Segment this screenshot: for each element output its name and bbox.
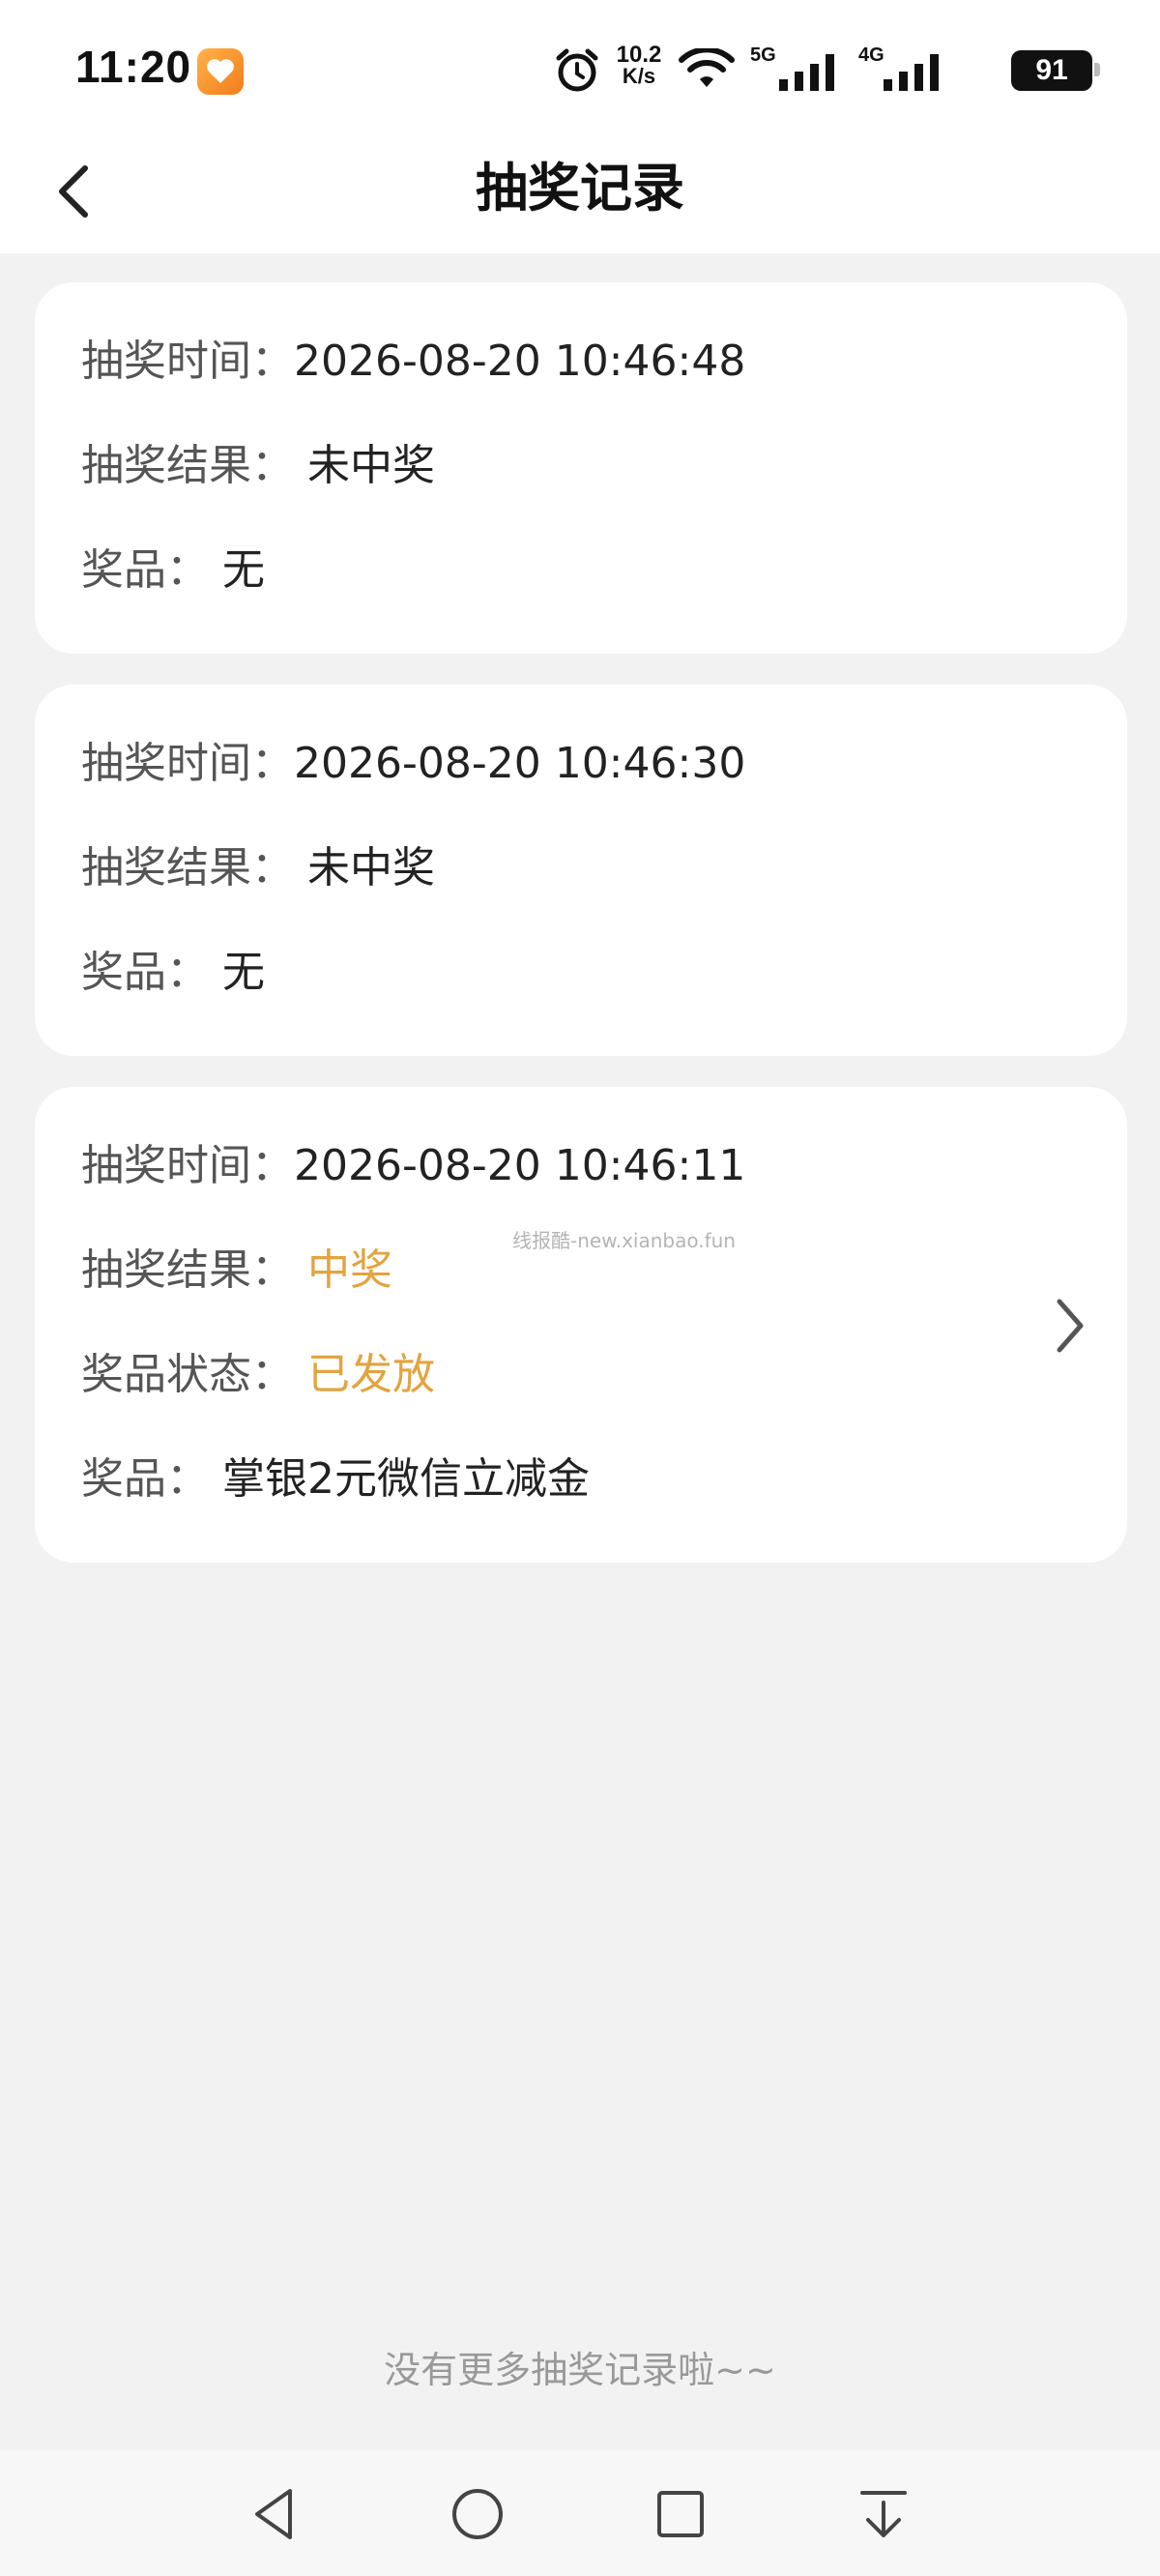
prize-value: 无 xyxy=(222,948,265,997)
prize-label: 奖品： xyxy=(81,1454,209,1504)
alarm-icon xyxy=(553,46,601,95)
battery-tip xyxy=(1094,63,1100,76)
record-result-row: 抽奖结果： 未中奖 xyxy=(81,437,435,495)
record-status-row: 奖品状态： 已发放 xyxy=(81,1346,435,1404)
nav-pulldown-icon[interactable] xyxy=(853,2483,914,2545)
record-prize-row: 奖品： 无 xyxy=(81,542,265,600)
status-bar: 11:20 10.2 K/s 5G 4G 91 xyxy=(0,0,1160,135)
prize-label: 奖品： xyxy=(81,545,209,595)
status-label: 奖品状态： xyxy=(81,1350,294,1399)
result-value: 未中奖 xyxy=(307,441,435,490)
time-label: 抽奖时间： xyxy=(81,739,294,788)
watermark: 线报酷-new.xianbao.fun xyxy=(512,1229,736,1252)
net-speed-value: 10.2 xyxy=(616,42,662,68)
record-result-row: 抽奖结果： 未中奖 xyxy=(81,839,435,897)
prize-value: 无 xyxy=(222,545,265,595)
nav-recents-icon[interactable] xyxy=(650,2483,711,2545)
signal-5g-icon: 5G xyxy=(750,43,851,97)
prize-value: 掌银2元微信立减金 xyxy=(222,1454,590,1504)
record-prize-row: 奖品： 掌银2元微信立减金 xyxy=(81,1450,590,1508)
nav-home-icon[interactable] xyxy=(447,2483,508,2545)
record-result-row: 抽奖结果： 中奖 xyxy=(81,1242,392,1300)
time-value: 2026-08-20 10:46:11 xyxy=(294,1141,746,1190)
system-nav-bar xyxy=(0,2450,1160,2576)
page: 11:20 10.2 K/s 5G 4G 91 抽奖记录 抽奖时间：2026-0… xyxy=(0,0,1160,2576)
result-value: 中奖 xyxy=(307,1245,392,1295)
page-title: 抽奖记录 xyxy=(476,158,684,219)
time-label: 抽奖时间： xyxy=(81,337,294,386)
record-card: 抽奖时间：2026-08-20 10:46:48 抽奖结果： 未中奖 奖品： 无 xyxy=(35,282,1127,654)
record-prize-row: 奖品： 无 xyxy=(81,944,265,1002)
chevron-right-icon[interactable] xyxy=(1050,1292,1088,1360)
net-speed-unit: K/s xyxy=(622,64,656,88)
winning-record-card[interactable]: 抽奖时间：2026-08-20 10:46:11 抽奖结果： 中奖 奖品状态： … xyxy=(35,1087,1127,1563)
time-value: 2026-08-20 10:46:48 xyxy=(294,337,746,386)
result-value: 未中奖 xyxy=(307,843,435,893)
result-label: 抽奖结果： xyxy=(81,441,294,490)
no-more-records-text: 没有更多抽奖记录啦~~ xyxy=(384,2349,776,2391)
wifi-icon xyxy=(679,46,735,91)
prize-label: 奖品： xyxy=(81,948,209,997)
record-card: 抽奖时间：2026-08-20 10:46:30 抽奖结果： 未中奖 奖品： 无 xyxy=(35,685,1127,1056)
signal-4g-icon: 4G xyxy=(858,43,955,97)
time-label: 抽奖时间： xyxy=(81,1141,294,1190)
battery-indicator: 91 xyxy=(1011,50,1092,91)
time-value: 2026-08-20 10:46:30 xyxy=(294,739,746,788)
status-value: 已发放 xyxy=(307,1350,435,1399)
record-time-row: 抽奖时间：2026-08-20 10:46:48 xyxy=(81,333,745,391)
status-time: 11:20 xyxy=(75,42,192,92)
app-notification-icon xyxy=(197,48,244,95)
record-time-row: 抽奖时间：2026-08-20 10:46:30 xyxy=(81,735,745,793)
nav-back-icon[interactable] xyxy=(244,2483,305,2545)
status-icons: 10.2 K/s 5G 4G 91 xyxy=(493,43,1100,97)
result-label: 抽奖结果： xyxy=(81,1245,294,1295)
record-time-row: 抽奖时间：2026-08-20 10:46:11 xyxy=(81,1137,745,1195)
header-bar: 抽奖记录 xyxy=(0,135,1160,253)
net-speed: 10.2 K/s xyxy=(609,44,669,87)
result-label: 抽奖结果： xyxy=(81,843,294,893)
